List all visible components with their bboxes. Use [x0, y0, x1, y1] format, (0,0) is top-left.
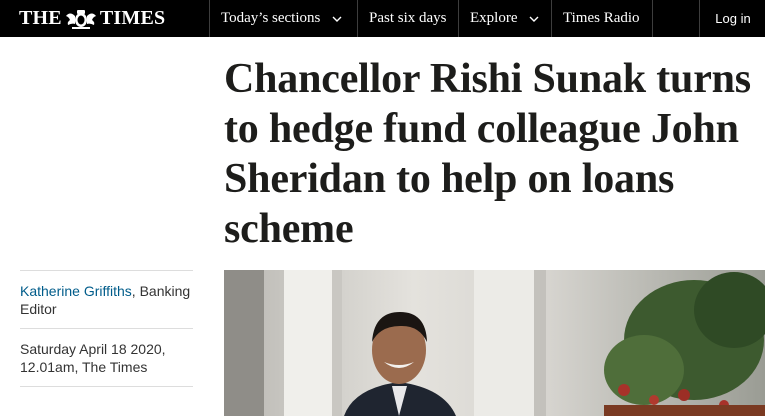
royal-crest-icon [65, 9, 96, 29]
publish-date: Saturday April 18 2020, [20, 341, 166, 357]
login-label: Log in [715, 11, 751, 26]
article-meta: Katherine Griffiths, Banking Editor Satu… [20, 270, 193, 387]
dateline: Saturday April 18 2020, 12.01am, The Tim… [20, 329, 193, 386]
nav-item-label: Today’s sections [221, 10, 321, 26]
chevron-down-icon [529, 16, 539, 22]
article-photo [224, 270, 765, 416]
nav-explore[interactable]: Explore [458, 0, 551, 37]
top-navigation-bar: THE TIMES Today’s sections Past six days… [0, 0, 765, 37]
nav-todays-sections[interactable]: Today’s sections [209, 0, 357, 37]
chevron-down-icon [332, 16, 342, 22]
masthead-right-word: TIMES [99, 7, 166, 29]
nav-times-radio[interactable]: Times Radio [551, 0, 653, 37]
publish-time-source: 12.01am, The Times [20, 359, 148, 375]
nav-item-label: Explore [470, 10, 518, 26]
byline: Katherine Griffiths, Banking Editor [20, 271, 193, 328]
nav-past-six-days[interactable]: Past six days [357, 0, 458, 37]
article-headline: Chancellor Rishi Sunak turns to hedge fu… [224, 56, 751, 252]
nav-item-label: Past six days [369, 10, 447, 26]
masthead-left-word: THE [19, 7, 62, 29]
nav-item-label: Times Radio [563, 10, 640, 26]
login-button[interactable]: Log in [699, 0, 765, 37]
divider [20, 386, 193, 387]
photo-image [224, 270, 765, 416]
author-link[interactable]: Katherine Griffiths [20, 283, 132, 299]
the-times-logo[interactable]: THE TIMES [0, 0, 209, 37]
